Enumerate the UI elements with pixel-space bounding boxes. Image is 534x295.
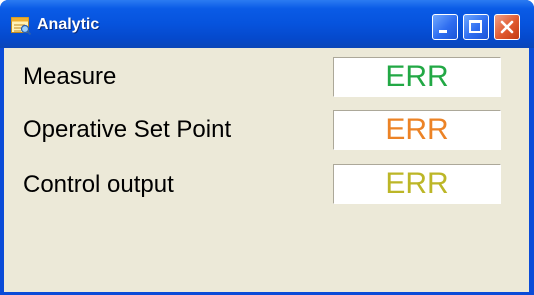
minimize-icon <box>439 30 447 33</box>
minimize-button[interactable] <box>432 14 458 40</box>
control-output-label: Control output <box>23 171 174 198</box>
operative-set-point-label: Operative Set Point <box>23 116 232 143</box>
analytic-app-icon <box>11 17 31 35</box>
close-button[interactable] <box>494 14 520 40</box>
maximize-icon <box>469 20 482 33</box>
analytic-window: Analytic Measure ERR Operative Set Point… <box>0 0 534 295</box>
operative-set-point-value: ERR <box>333 110 501 150</box>
title-bar[interactable]: Analytic <box>0 0 534 48</box>
measure-value: ERR <box>333 57 501 97</box>
window-title: Analytic <box>37 16 100 33</box>
client-area: Measure ERR Operative Set Point ERR Cont… <box>4 48 529 292</box>
measure-label: Measure <box>23 63 117 90</box>
control-output-value: ERR <box>333 164 501 204</box>
maximize-button[interactable] <box>463 14 489 40</box>
close-icon <box>500 20 514 34</box>
